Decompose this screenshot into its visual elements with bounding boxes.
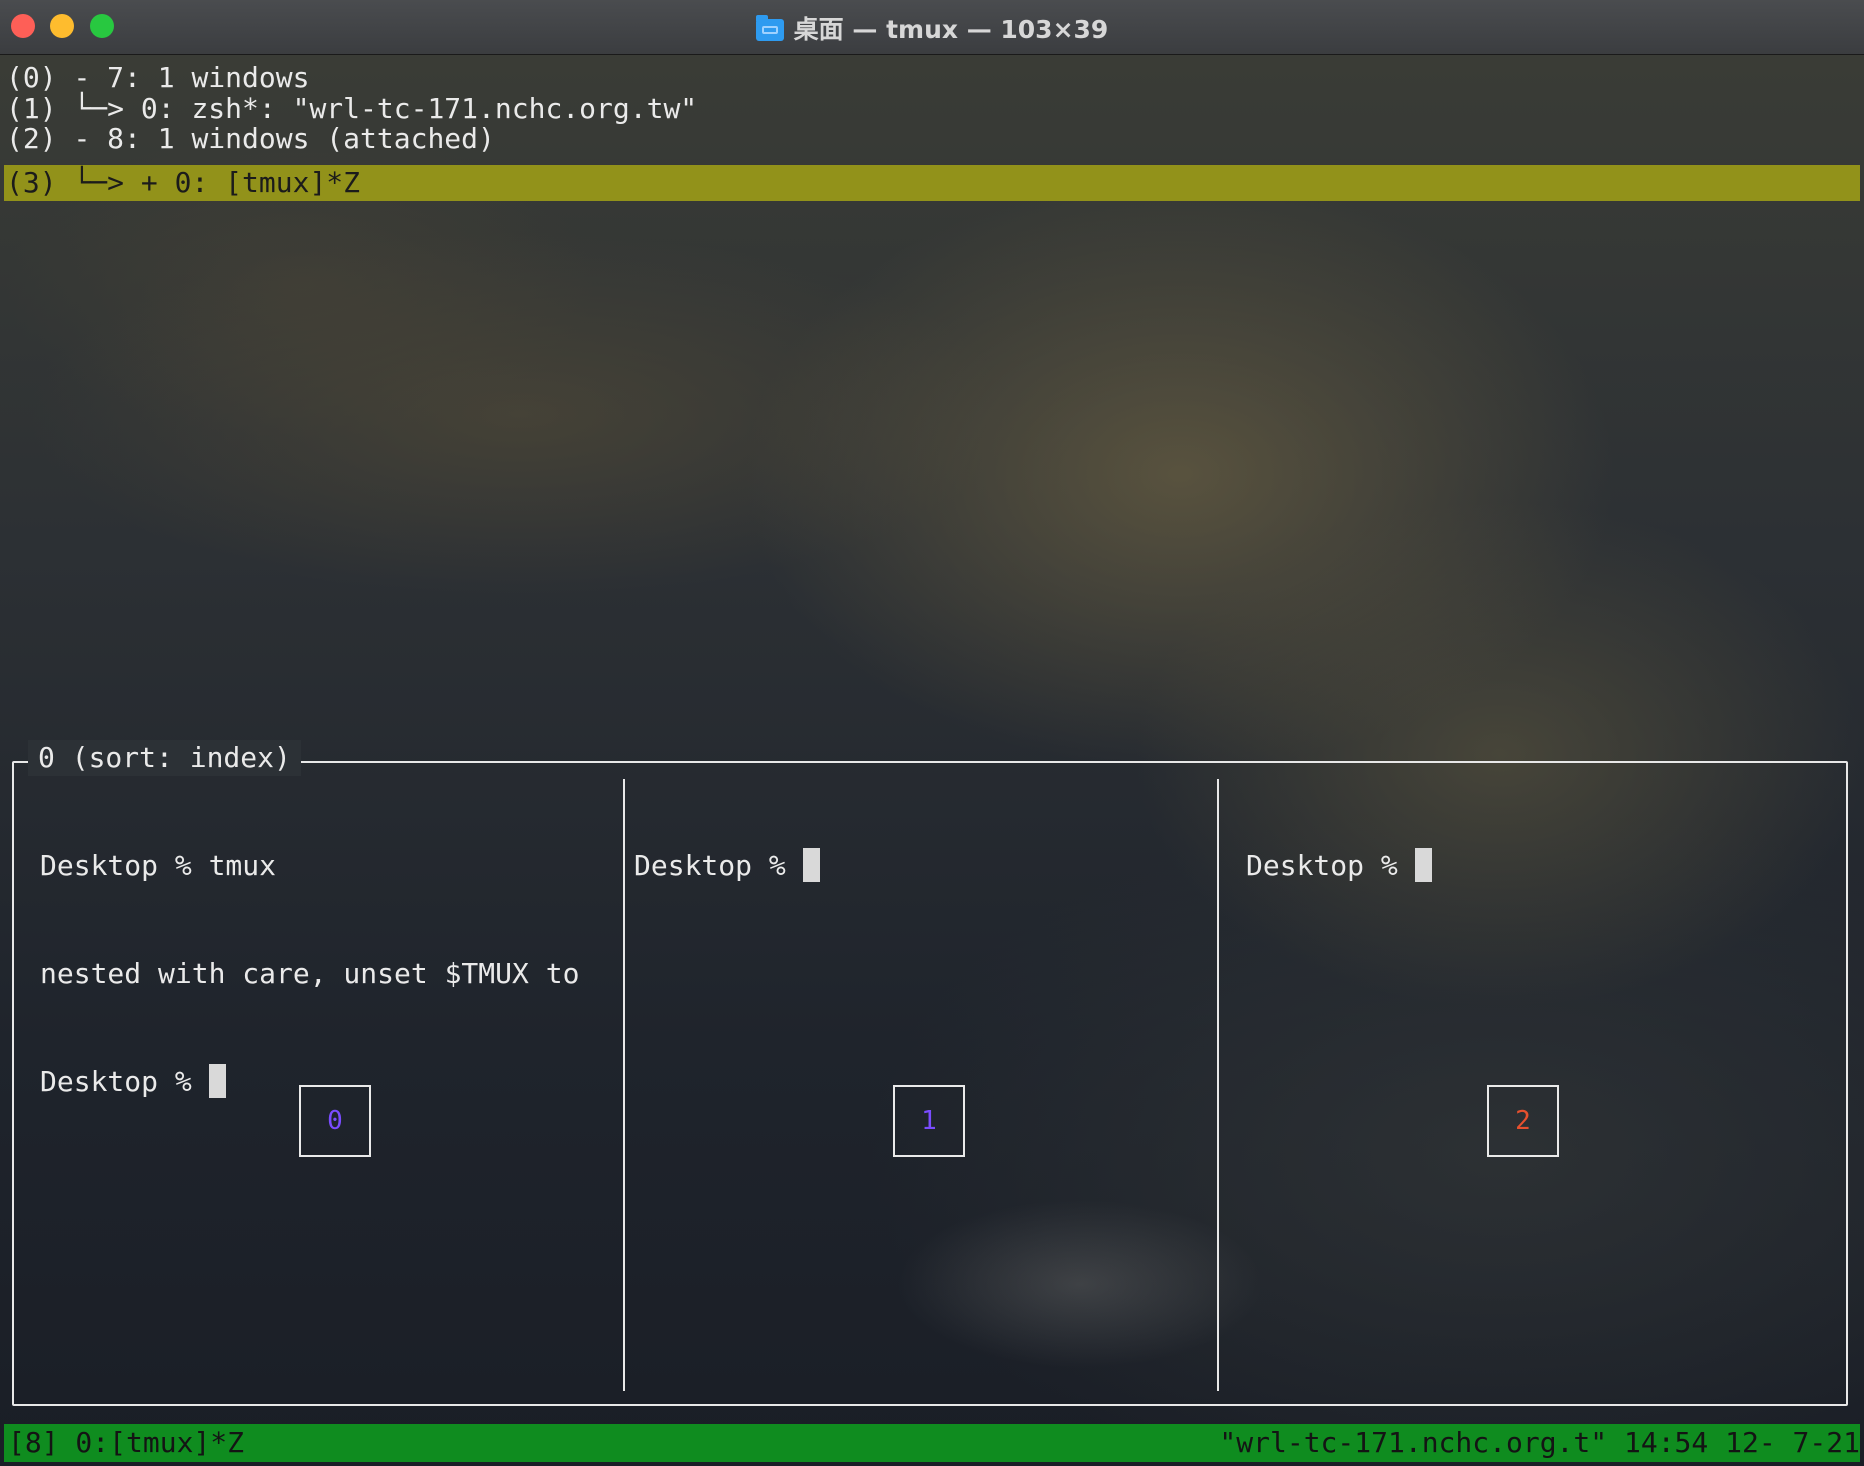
pane-number-indicator: 0 <box>299 1085 371 1157</box>
tree-index: (2) <box>6 122 57 155</box>
tree-index: (0) <box>6 61 57 94</box>
pane-line: Desktop % <box>1246 848 1432 884</box>
tree-item-3-selected[interactable]: (3) └─> + 0: [tmux]*Z <box>6 165 360 201</box>
window-title-text: 桌面 — tmux — 103×39 <box>793 15 1109 44</box>
pane-number: 1 <box>921 1106 937 1136</box>
folder-icon <box>755 15 784 41</box>
status-right: "wrl-tc-171.nchc.org.t" 14:54 12- 7-21 <box>1219 1426 1860 1459</box>
text-cursor <box>802 848 820 882</box>
prompt-text: Desktop % <box>40 1065 209 1098</box>
pane-separator <box>623 779 625 1391</box>
pane-separator <box>1217 779 1219 1391</box>
pane-number: 2 <box>1515 1106 1531 1136</box>
tmux-terminal[interactable]: (0) - 7: 1 windows (1) └─> 0: zsh*: "wrl… <box>0 54 1864 1466</box>
tree-text: └─> + 0: [tmux]*Z <box>73 166 361 199</box>
pane-2-content[interactable]: Desktop % <box>1246 776 1432 956</box>
pane-number: 0 <box>327 1106 343 1136</box>
text-cursor <box>208 1064 226 1098</box>
prompt-text: Desktop % <box>1246 849 1415 882</box>
tree-text: - 8: 1 windows (attached) <box>73 122 495 155</box>
pane-number-indicator: 1 <box>893 1085 965 1157</box>
status-left: [8] 0:[tmux]*Z <box>8 1426 245 1459</box>
terminal-window: 桌面 — tmux — 103×39 (0) - 7: 1 windows (1… <box>0 0 1864 1466</box>
title-bar[interactable]: 桌面 — tmux — 103×39 <box>0 0 1864 55</box>
tmux-status-bar: [8] 0:[tmux]*Z "wrl-tc-171.nchc.org.t" 1… <box>4 1424 1860 1462</box>
pane-line: Desktop % tmux <box>40 849 277 882</box>
pane-line: Desktop % <box>634 848 820 884</box>
tree-index: (3) <box>6 166 57 199</box>
tree-item-2[interactable]: (2) - 8: 1 windows (attached) <box>6 121 495 157</box>
tree-text: - 7: 1 windows <box>73 61 310 94</box>
pane-1-content[interactable]: Desktop % <box>634 776 820 956</box>
window-title: 桌面 — tmux — 103×39 <box>0 10 1864 46</box>
prompt-text: Desktop % <box>634 849 803 882</box>
text-cursor <box>1414 848 1432 882</box>
pane-number-indicator: 2 <box>1487 1085 1559 1157</box>
pane-line: nested with care, unset $TMUX to <box>40 957 580 990</box>
preview-title: 0 (sort: index) <box>28 740 301 776</box>
